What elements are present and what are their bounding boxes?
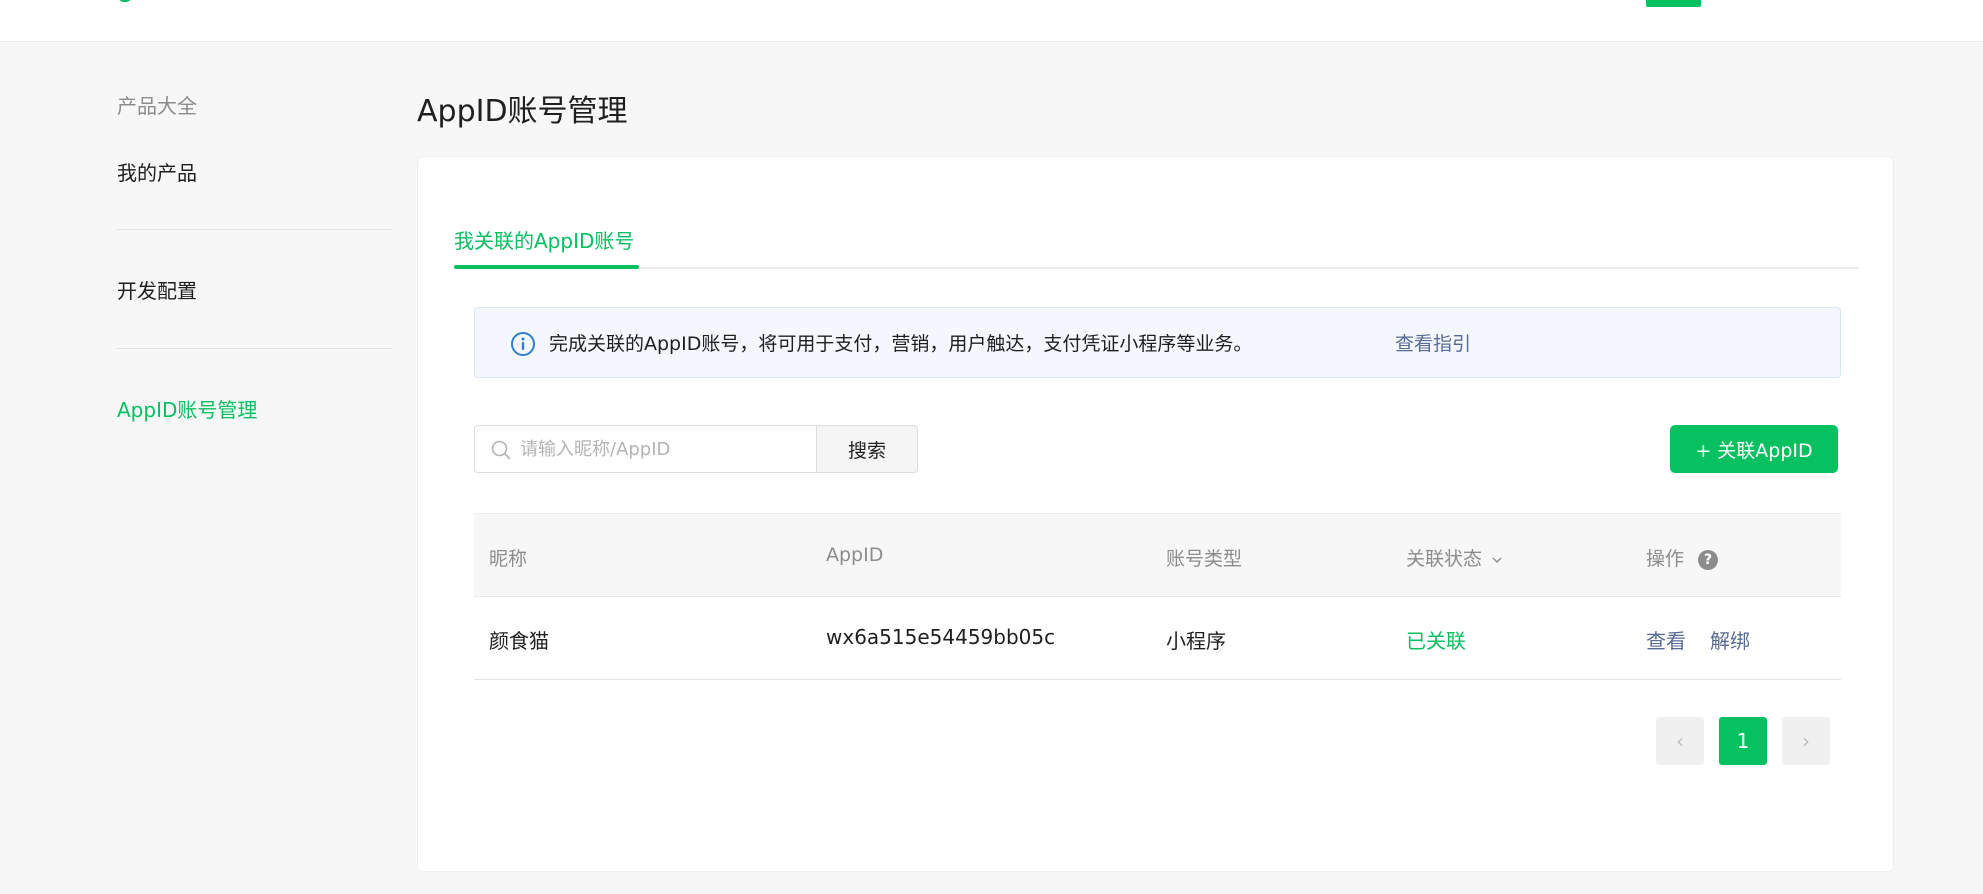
- search-box: [474, 425, 816, 473]
- pagination-prev-button[interactable]: ‹: [1656, 717, 1704, 765]
- view-link[interactable]: 查看: [1646, 625, 1686, 654]
- chevron-down-icon: [1492, 557, 1502, 563]
- info-icon: [511, 332, 535, 356]
- column-header-label: 昵称: [489, 548, 528, 570]
- sidebar-heading[interactable]: 产品大全: [117, 90, 197, 119]
- search-input[interactable]: [520, 426, 810, 472]
- content-card: 我关联的AppID账号 完成关联的AppID账号，将可用于支付，营销，用户触达，…: [417, 156, 1894, 872]
- column-header-label: 账号类型: [1166, 548, 1243, 570]
- sidebar-item-dev-config[interactable]: 开发配置: [117, 275, 197, 304]
- link-appid-button[interactable]: + 关联AppID: [1670, 425, 1838, 473]
- column-header-status[interactable]: 关联状态: [1406, 544, 1503, 571]
- logo[interactable]: [118, 0, 132, 2]
- cell-account-type: 小程序: [1166, 629, 1226, 653]
- table-header: 昵称 AppID 账号类型 关联状态 操作 ?: [474, 513, 1841, 597]
- column-header-account-type: 账号类型: [1166, 544, 1242, 571]
- cell-nickname: 颜食猫: [489, 629, 549, 653]
- column-header-nickname: 昵称: [489, 544, 527, 571]
- pagination-page-1[interactable]: 1: [1719, 717, 1767, 765]
- search-button[interactable]: 搜索: [816, 425, 918, 473]
- notice-text: 完成关联的AppID账号，将可用于支付，营销，用户触达，支付凭证小程序等业务。: [549, 333, 1253, 355]
- column-header-label: 关联状态: [1406, 548, 1483, 570]
- column-header-label: AppID: [826, 544, 884, 566]
- column-header-actions: 操作 ?: [1646, 544, 1719, 571]
- sidebar-item-appid-management[interactable]: AppID账号管理: [117, 394, 257, 423]
- search-icon: [491, 440, 511, 460]
- view-guide-link[interactable]: 查看指引: [1395, 329, 1471, 356]
- unbind-link[interactable]: 解绑: [1710, 625, 1750, 654]
- table-row: 颜食猫 wx6a515e54459bb05c 小程序 已关联 查看 解绑: [474, 597, 1841, 680]
- sidebar-divider: [117, 229, 392, 230]
- sidebar-item-my-products[interactable]: 我的产品: [117, 157, 197, 186]
- page-title: AppID账号管理: [417, 94, 628, 129]
- top-nav-active-indicator: [1646, 0, 1701, 7]
- cell-appid: wx6a515e54459bb05c: [826, 625, 1056, 649]
- top-nav-bar: [0, 0, 1983, 42]
- sidebar-divider: [117, 348, 392, 349]
- pagination-next-button[interactable]: ›: [1782, 717, 1830, 765]
- column-header-appid: AppID: [826, 544, 883, 566]
- tab-bar: 我关联的AppID账号: [454, 207, 1859, 269]
- tab-active-underline: [454, 265, 639, 269]
- tab-my-linked-appids[interactable]: 我关联的AppID账号: [454, 225, 634, 268]
- help-icon[interactable]: ?: [1698, 549, 1719, 570]
- info-notice: 完成关联的AppID账号，将可用于支付，营销，用户触达，支付凭证小程序等业务。 …: [474, 307, 1841, 378]
- cell-status: 已关联: [1406, 629, 1466, 653]
- column-header-label: 操作: [1646, 548, 1685, 570]
